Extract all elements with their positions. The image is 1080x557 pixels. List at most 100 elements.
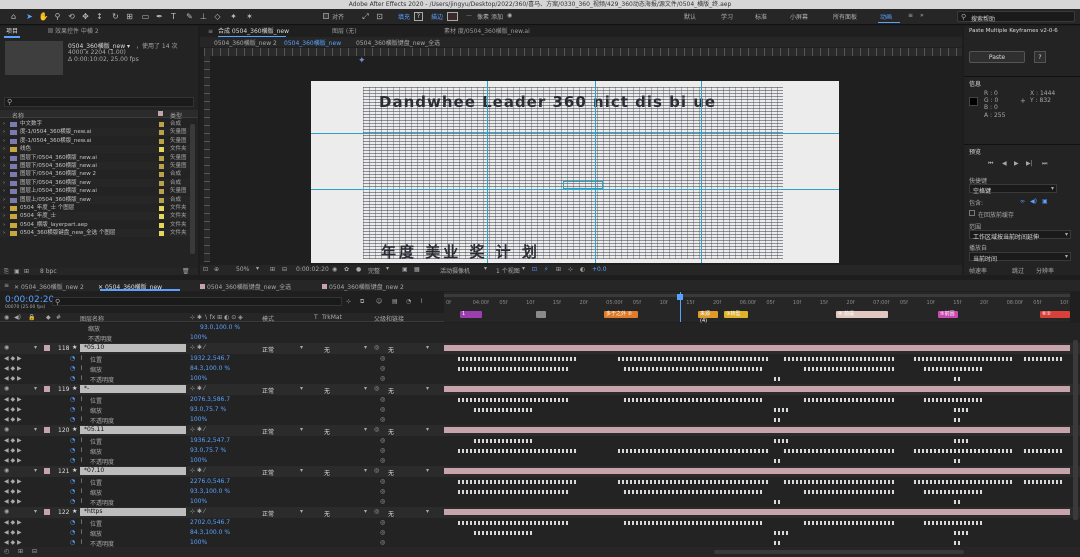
keyframe-strip[interactable]: [954, 439, 968, 443]
pen-tool-icon[interactable]: ✒: [154, 11, 165, 22]
comp-marker[interactable]: ③转型: [724, 311, 748, 318]
parent-dropdown-icon[interactable]: ▾: [426, 344, 429, 351]
hand-tool-icon[interactable]: ✋: [38, 11, 49, 22]
parent-value[interactable]: 无: [388, 386, 394, 395]
keyframe-strip[interactable]: [624, 367, 764, 371]
expand-icon[interactable]: ›: [3, 137, 5, 145]
playhead-handle[interactable]: [677, 294, 683, 300]
layer-mode[interactable]: 正常: [262, 509, 274, 518]
parent-value[interactable]: 无: [388, 345, 394, 354]
keyframe-nav-icon[interactable]: ◀ ◆ ▶: [4, 478, 22, 485]
col-layer-name[interactable]: 图层名称: [80, 314, 104, 323]
keyframe-strip[interactable]: [624, 490, 764, 494]
mode-dropdown-icon[interactable]: ▾: [300, 385, 303, 392]
graph-editor-icon[interactable]: ⌇: [420, 298, 423, 305]
expand-icon[interactable]: ›: [3, 179, 5, 187]
timeline-icon[interactable]: ⊞: [556, 266, 561, 273]
keyframe-nav-icon[interactable]: ◀ ◆ ▶: [4, 488, 22, 495]
timeline-menu-icon[interactable]: ≡: [4, 282, 9, 289]
keyframe-strip[interactable]: [784, 480, 894, 484]
guide-horizontal-2[interactable]: [311, 189, 839, 190]
layer-expand-icon[interactable]: ▾: [34, 426, 37, 433]
layer-duration-bar[interactable]: [444, 509, 1070, 515]
comp-marker[interactable]: ⑥②: [1040, 311, 1070, 318]
always-preview-icon[interactable]: ⊡: [203, 266, 208, 273]
keyframe-strip[interactable]: [774, 541, 782, 545]
keyframe-strip[interactable]: [774, 408, 788, 412]
workspace-standard[interactable]: 标准: [755, 12, 767, 21]
layer-mode[interactable]: 正常: [262, 427, 274, 436]
stopwatch-icon[interactable]: ◔: [70, 365, 75, 372]
item-label-color[interactable]: [159, 172, 164, 178]
layer-name-field[interactable]: *https: [80, 508, 186, 516]
column-name[interactable]: 名称: [12, 111, 24, 120]
trkmat-dropdown-icon[interactable]: ▾: [364, 467, 367, 474]
parent-dropdown-icon[interactable]: ▾: [426, 426, 429, 433]
help-button[interactable]: ?: [1034, 51, 1046, 63]
layer-switches-icons[interactable]: ⊹ ✱ ⁄: [190, 467, 205, 474]
dolly-tool-icon[interactable]: ↕: [94, 11, 105, 22]
expand-icon[interactable]: ›: [3, 145, 5, 153]
column-type[interactable]: 类型: [170, 111, 182, 120]
brush-tool-icon[interactable]: ✎: [184, 11, 195, 22]
paste-button[interactable]: Paste: [969, 51, 1025, 63]
parent-value[interactable]: 无: [388, 427, 394, 436]
layer-label-color[interactable]: [44, 386, 50, 392]
stopwatch-icon[interactable]: ◔: [70, 447, 75, 454]
visibility-eye-icon[interactable]: ◉: [4, 467, 9, 474]
mask-visibility-icon[interactable]: ⊕: [214, 266, 219, 273]
keyframe-strip[interactable]: [774, 377, 782, 381]
visibility-eye-icon[interactable]: ◉: [4, 344, 9, 351]
expression-pickwhip-icon[interactable]: ◎: [380, 519, 385, 526]
keyframe-strip[interactable]: [914, 480, 1014, 484]
layer-label-color[interactable]: [44, 509, 50, 515]
parent-pickwhip-icon[interactable]: ◎: [374, 467, 379, 474]
quality-dropdown-icon[interactable]: ▾: [386, 265, 389, 272]
project-list-item[interactable]: › 0504_年度_士 个图层 文件夹: [0, 204, 190, 212]
expression-pickwhip-icon[interactable]: ◎: [380, 437, 385, 444]
expand-icon[interactable]: ›: [3, 229, 5, 237]
composition-canvas[interactable]: Dandwhee Leader 360 nict dis bi ue 年度 美业…: [311, 81, 839, 263]
keyframe-strip[interactable]: [804, 521, 894, 525]
opacity-prop-value[interactable]: 100%: [190, 334, 207, 341]
next-frame-icon[interactable]: ▶|: [1026, 160, 1033, 167]
layer-duration-bar[interactable]: [444, 468, 1070, 474]
guide-vertical-1[interactable]: [487, 81, 488, 263]
expand-icon[interactable]: ›: [3, 187, 5, 195]
keyframe-strip[interactable]: [954, 377, 962, 381]
help-search-input[interactable]: 搜索帮助: [971, 14, 995, 23]
keyframe-nav-icon[interactable]: ◀ ◆ ▶: [4, 365, 22, 372]
workspace-default[interactable]: 默认: [684, 12, 696, 21]
exposure-icon[interactable]: ◐: [580, 266, 585, 273]
tab-footage[interactable]: 素材 度/0504_360横版_new.ai: [440, 26, 534, 37]
snap-edge-icon[interactable]: ⊡: [374, 11, 385, 22]
keyframe-nav-icon[interactable]: ◀ ◆ ▶: [4, 406, 22, 413]
interpret-footage-icon[interactable]: ⎘: [4, 268, 9, 275]
property-value[interactable]: 1932.2,546.7: [190, 355, 230, 362]
views-dropdown-icon[interactable]: ▾: [522, 265, 525, 272]
expression-pickwhip-icon[interactable]: ◎: [380, 396, 385, 403]
parent-pickwhip-icon[interactable]: ◎: [374, 344, 379, 351]
tab-layer[interactable]: 图层 (无): [328, 26, 361, 37]
visibility-eye-icon[interactable]: ◉: [4, 508, 9, 515]
expression-pickwhip-icon[interactable]: ◎: [380, 447, 385, 454]
layer-name-field[interactable]: *05.11: [80, 426, 186, 434]
workspace-menu-icon[interactable]: ≡: [908, 12, 913, 19]
trkmat-value[interactable]: 无: [324, 427, 330, 436]
comp-marker[interactable]: 多于之外 ②: [604, 311, 638, 318]
zoom-level[interactable]: 50%: [236, 266, 249, 273]
workspace-more-icon[interactable]: »: [920, 12, 924, 19]
roto-tool-icon[interactable]: ✦: [228, 11, 239, 22]
keyframe-strip[interactable]: [1024, 449, 1064, 453]
item-label-color[interactable]: [159, 147, 164, 153]
frame-blend-icon[interactable]: ▤: [392, 298, 398, 305]
toggle-pixel-icon[interactable]: ⊡: [532, 266, 537, 273]
camera-dropdown-icon[interactable]: ▾: [484, 265, 487, 272]
views-value[interactable]: 1 个视图: [496, 266, 520, 275]
timeline-layer-row[interactable]: ◉ ▾ 122 ★ *https ⊹ ✱ ⁄ 正常 ▾ 无 ▾ ◎ 无 ▾: [0, 507, 1080, 518]
expression-pickwhip-icon[interactable]: ◎: [380, 478, 385, 485]
subtab-comp-2[interactable]: 0504_360横版_new: [284, 38, 341, 47]
snap-checkbox[interactable]: [323, 13, 329, 19]
grid-icon[interactable]: ⊞: [270, 266, 275, 273]
parent-dropdown-icon[interactable]: ▾: [426, 508, 429, 515]
